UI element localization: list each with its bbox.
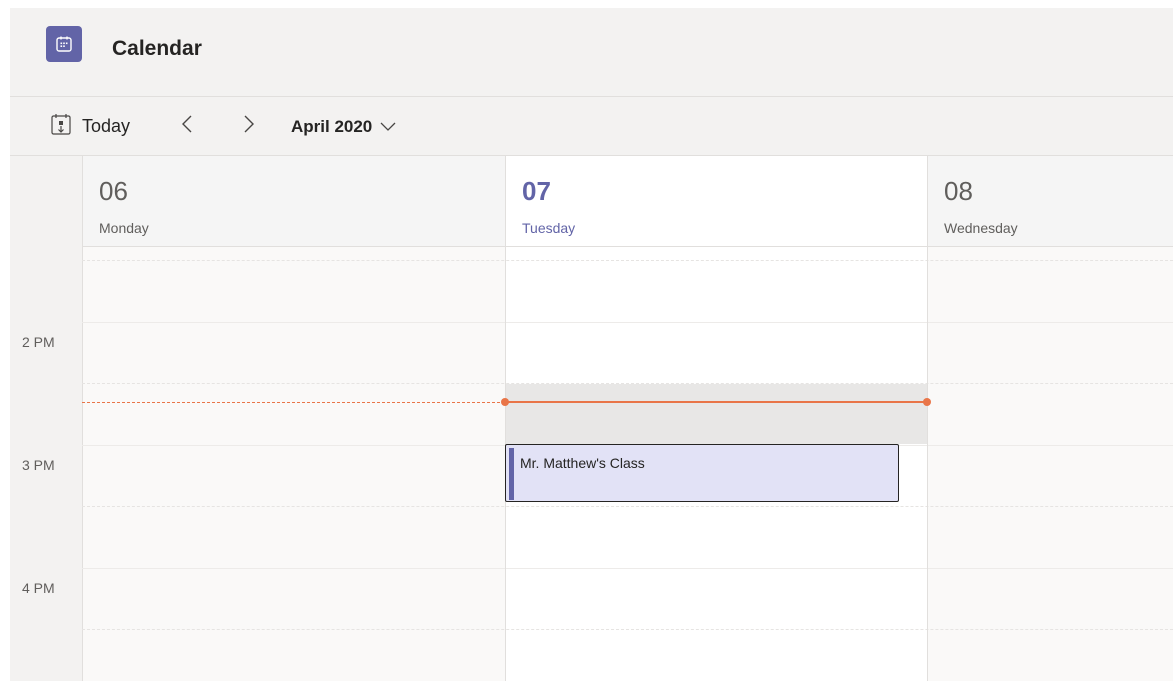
hour-line (82, 568, 1173, 569)
today-button[interactable]: Today (50, 113, 130, 139)
current-time-dot (923, 398, 931, 406)
current-time-line (505, 401, 927, 403)
calendar-toolbar: Today April 2020 (10, 97, 1173, 156)
day-name: Monday (99, 220, 149, 236)
column-divider (927, 156, 928, 681)
day-header-wednesday[interactable]: 08 Wednesday (928, 156, 1173, 247)
half-hour-line (82, 629, 1173, 630)
day-number: 08 (944, 176, 973, 206)
day-column-monday[interactable] (83, 247, 505, 681)
current-time-dot (501, 398, 509, 406)
chevron-down-icon (380, 122, 396, 132)
calendar-today-icon (50, 112, 72, 141)
current-time-line-dashed (82, 402, 505, 403)
half-hour-line (82, 260, 1173, 261)
column-divider (505, 156, 506, 681)
day-column-wednesday[interactable] (928, 247, 1173, 681)
page-title: Calendar (112, 37, 202, 60)
calendar-grid: 06 Monday 07 Tuesday 08 Wednesday 2 PM 3… (10, 156, 1173, 681)
event-color-bar (509, 448, 514, 500)
day-name: Tuesday (522, 220, 576, 236)
month-picker[interactable]: April 2020 (291, 115, 396, 139)
time-label: 2 PM (22, 334, 55, 350)
chevron-right-icon (243, 114, 255, 139)
half-hour-line (82, 506, 1173, 507)
time-label: 3 PM (22, 457, 55, 473)
day-header-tuesday[interactable]: 07 Tuesday (506, 156, 927, 247)
previous-button[interactable] (175, 113, 199, 139)
time-gutter (10, 156, 83, 681)
day-name: Wednesday (944, 220, 1018, 236)
hour-line (82, 322, 1173, 323)
day-number: 07 (522, 176, 551, 206)
elapsed-time-block (505, 384, 927, 444)
day-number: 06 (99, 176, 128, 206)
month-label: April 2020 (291, 117, 373, 136)
teams-calendar-page: Calendar Today April 2020 06 Monday 07 T… (10, 8, 1173, 681)
calendar-icon (46, 26, 82, 62)
half-hour-line (82, 383, 1173, 384)
chevron-left-icon (181, 114, 193, 139)
today-label: Today (82, 115, 131, 136)
event-title: Mr. Matthew's Class (520, 455, 645, 471)
calendar-event[interactable]: Mr. Matthew's Class (505, 444, 899, 502)
next-button[interactable] (237, 113, 261, 139)
app-header: Calendar (10, 8, 1173, 97)
time-label: 4 PM (22, 580, 55, 596)
day-header-monday[interactable]: 06 Monday (83, 156, 505, 247)
